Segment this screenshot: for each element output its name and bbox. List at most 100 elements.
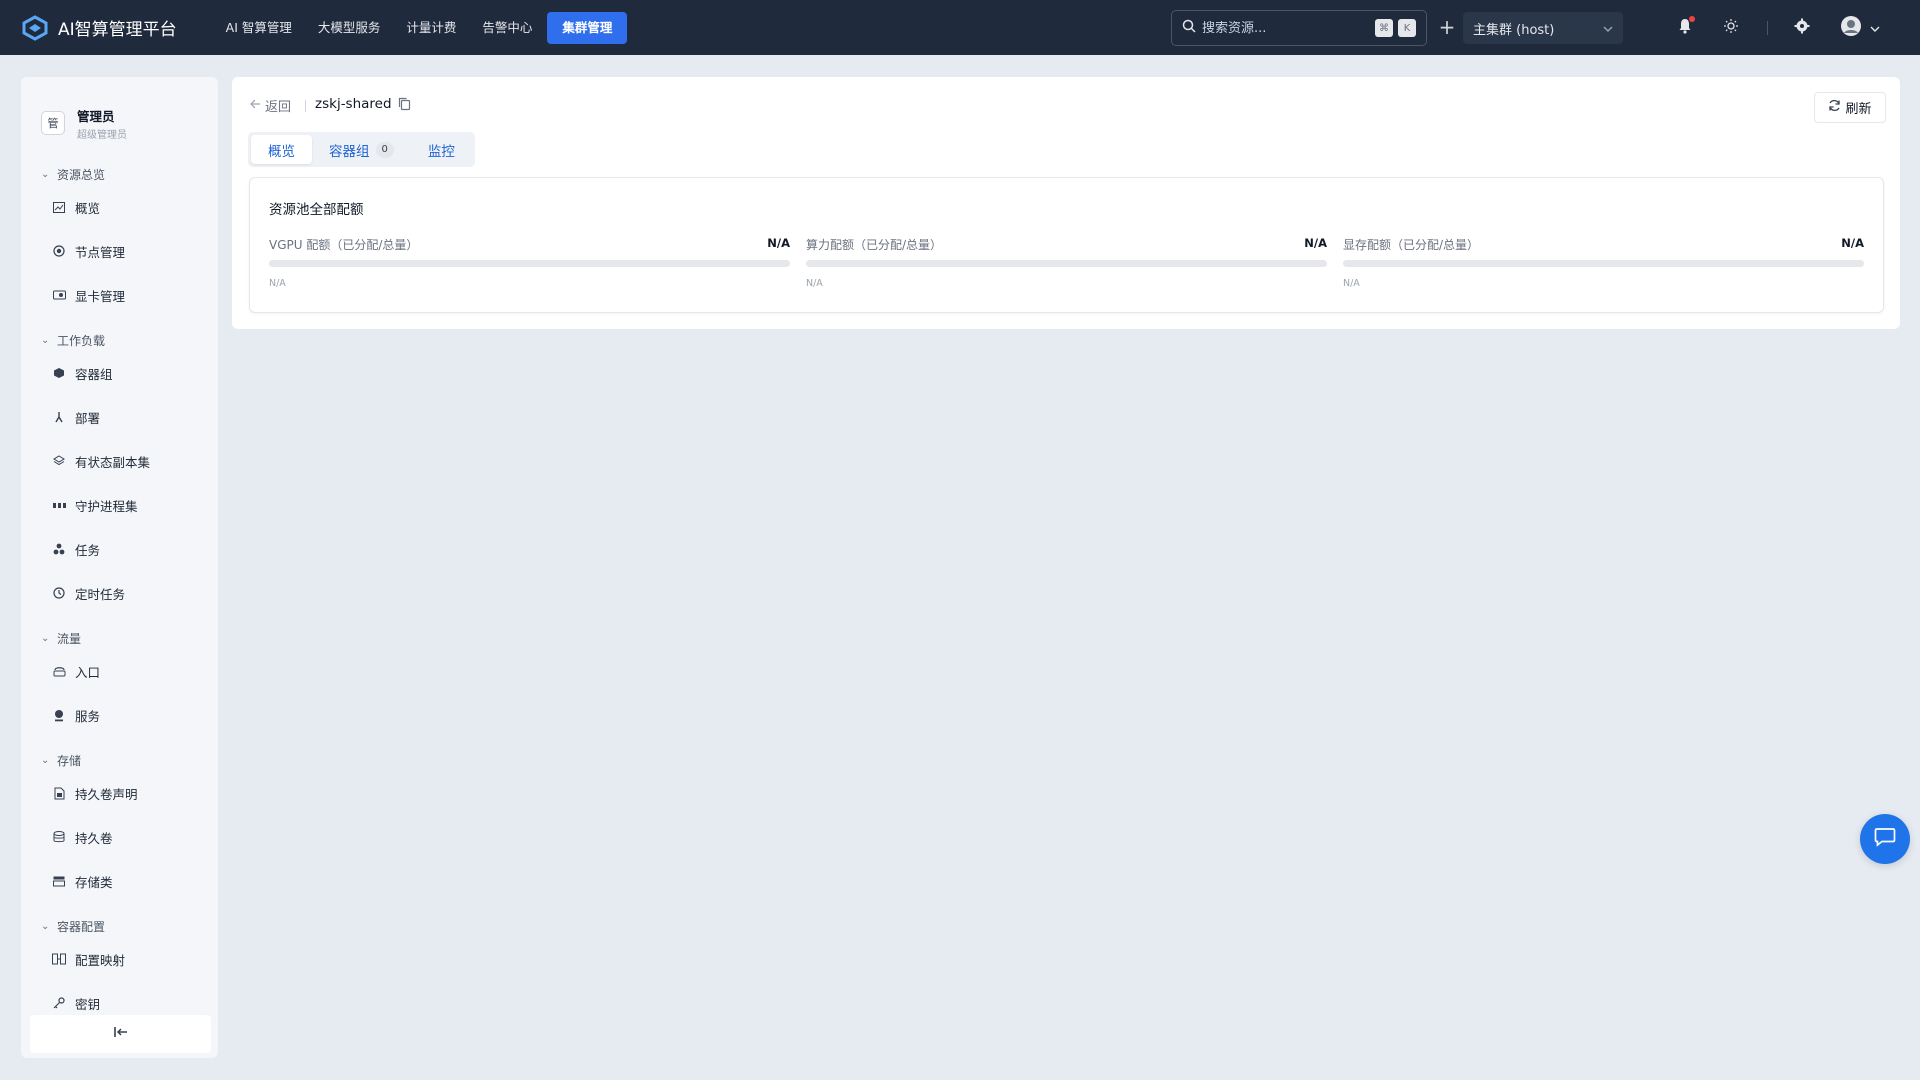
user-info: 管 管理员 超级管理员 xyxy=(21,77,218,149)
sidebar-item-daemonsets[interactable]: 守护进程集 xyxy=(21,483,218,527)
user-menu-button[interactable] xyxy=(1840,16,1880,40)
sidebar-item-pv[interactable]: 持久卷 xyxy=(21,815,218,859)
chevron-down-icon: ⌄ xyxy=(41,920,50,932)
nav-item-billing[interactable]: 计量计费 xyxy=(395,12,467,44)
nav-item-ai-compute[interactable]: AI 智算管理 xyxy=(215,12,303,44)
chevron-down-icon: ⌄ xyxy=(41,334,50,346)
chevron-down-icon xyxy=(1870,20,1880,36)
tab-pods-label: 容器组 xyxy=(329,143,370,160)
menu-group-storage[interactable]: ⌄ 存储 xyxy=(21,749,218,771)
sidebar-item-deployments[interactable]: 部署 xyxy=(21,395,218,439)
sidebar-item-ingress[interactable]: 入口 xyxy=(21,649,218,693)
tab-monitoring[interactable]: 监控 xyxy=(411,135,472,164)
chat-button[interactable] xyxy=(1860,814,1910,864)
vgpu-quota: VGPU 配额（已分配/总量） N/A N/A xyxy=(269,236,790,289)
vgpu-quota-label: VGPU 配额（已分配/总量） xyxy=(269,238,419,252)
shortcut-cmd-key: ⌘ xyxy=(1375,19,1393,37)
main-panel: 返回 zskj-shared 刷新 概览 容器组 0 监控 资源池全部配额 VG… xyxy=(232,77,1900,329)
chevron-down-icon: ⌄ xyxy=(41,754,50,766)
menu-group-overview[interactable]: ⌄ 资源总览 xyxy=(21,163,218,185)
sidebar-item-configmaps[interactable]: 配置映射 xyxy=(21,937,218,981)
sidebar-item-storageclass[interactable]: 存储类 xyxy=(21,859,218,903)
vgpu-quota-sub: N/A xyxy=(269,278,286,289)
collapse-left-icon xyxy=(113,1026,128,1042)
quota-card: 资源池全部配额 VGPU 配额（已分配/总量） N/A N/A 算力配额（已分配… xyxy=(249,177,1884,313)
copy-icon[interactable] xyxy=(398,97,411,115)
resource-name: zskj-shared xyxy=(315,96,392,112)
storage-class-icon xyxy=(52,874,66,888)
key-icon xyxy=(52,996,66,1010)
gpu-card-icon xyxy=(52,288,66,302)
nav-item-llm-service[interactable]: 大模型服务 xyxy=(307,12,392,44)
tab-pods[interactable]: 容器组 0 xyxy=(312,135,411,164)
shortcut-k-key: K xyxy=(1398,19,1416,37)
sidebar-item-cronjobs[interactable]: 定时任务 xyxy=(21,571,218,615)
job-icon xyxy=(52,542,66,556)
sidebar-item-nodes[interactable]: 节点管理 xyxy=(21,229,218,273)
notification-button[interactable] xyxy=(1673,16,1697,40)
sidebar-item-statefulsets[interactable]: 有状态副本集 xyxy=(21,439,218,483)
cluster-select[interactable]: 主集群 (host) xyxy=(1463,12,1623,44)
sidebar-item-jobs[interactable]: 任务 xyxy=(21,527,218,571)
memory-quota-bar xyxy=(1343,260,1864,267)
sidebar-item-services[interactable]: 服务 xyxy=(21,693,218,737)
refresh-button[interactable]: 刷新 xyxy=(1814,92,1886,123)
settings-button[interactable] xyxy=(1790,16,1814,40)
sidebar-item-pvc[interactable]: 持久卷声明 xyxy=(21,771,218,815)
tab-bar: 概览 容器组 0 监控 xyxy=(248,132,475,167)
vgpu-quota-bar xyxy=(269,260,790,267)
user-name: 管理员 xyxy=(77,108,115,124)
search-box[interactable]: ⌘ K xyxy=(1171,10,1427,46)
sidebar-item-overview[interactable]: 概览 xyxy=(21,185,218,229)
back-button[interactable]: 返回 xyxy=(250,96,291,115)
chevron-down-icon: ⌄ xyxy=(41,168,50,180)
cluster-select-value: 主集群 (host) xyxy=(1473,22,1555,38)
clock-icon xyxy=(52,586,66,600)
top-bar: AI智算管理平台 AI 智算管理 大模型服务 计量计费 告警中心 集群管理 xyxy=(0,0,1920,55)
avatar xyxy=(1840,15,1862,41)
chevron-down-icon xyxy=(1603,21,1613,36)
vgpu-quota-value: N/A xyxy=(767,236,790,250)
tab-pods-count: 0 xyxy=(375,141,394,158)
add-icon[interactable]: + xyxy=(1436,16,1458,38)
compute-quota-value: N/A xyxy=(1304,236,1327,250)
menu-group-workloads[interactable]: ⌄ 工作负载 xyxy=(21,329,218,351)
tab-overview[interactable]: 概览 xyxy=(251,135,312,164)
user-role: 超级管理员 xyxy=(77,129,127,141)
arrow-left-icon xyxy=(250,98,261,113)
user-avatar: 管 xyxy=(41,111,65,135)
nav-item-alerts[interactable]: 告警中心 xyxy=(471,12,543,44)
toolbar-divider xyxy=(1767,21,1768,35)
cube-icon xyxy=(52,366,66,380)
database-icon xyxy=(52,830,66,844)
search-input[interactable] xyxy=(1202,20,1370,36)
compute-quota-bar xyxy=(806,260,1327,267)
memory-quota-label: 显存配额（已分配/总量） xyxy=(1343,238,1480,252)
brand[interactable]: AI智算管理平台 xyxy=(20,13,177,43)
sidebar-collapse-button[interactable] xyxy=(30,1015,211,1053)
menu-group-config[interactable]: ⌄ 容器配置 xyxy=(21,915,218,937)
gear-icon xyxy=(1794,18,1810,38)
search-icon xyxy=(1182,19,1196,37)
sidebar-item-gpus[interactable]: 显卡管理 xyxy=(21,273,218,317)
sidebar-item-pods[interactable]: 容器组 xyxy=(21,351,218,395)
nav-item-cluster[interactable]: 集群管理 xyxy=(547,11,628,44)
back-label: 返回 xyxy=(265,100,292,115)
notification-dot xyxy=(1689,16,1695,22)
brand-title: AI智算管理平台 xyxy=(58,20,177,40)
memory-quota-value: N/A xyxy=(1841,236,1864,250)
menu-group-traffic[interactable]: ⌄ 流量 xyxy=(21,627,218,649)
refresh-icon xyxy=(1828,99,1841,116)
compute-quota-label: 算力配额（已分配/总量） xyxy=(806,238,943,252)
top-nav: AI 智算管理 大模型服务 计量计费 告警中心 集群管理 xyxy=(215,11,628,44)
sun-icon xyxy=(1723,18,1739,38)
theme-toggle-button[interactable] xyxy=(1719,16,1743,40)
deploy-icon xyxy=(52,410,66,424)
chevron-down-icon: ⌄ xyxy=(41,632,50,644)
sidebar: 管 管理员 超级管理员 ⌄ 资源总览 概览 节点管理 显卡管理 ⌄ 工作负载 容器组… xyxy=(21,77,218,1058)
pvc-icon xyxy=(52,786,66,800)
configmap-icon xyxy=(52,952,66,966)
hexagon-logo-icon xyxy=(20,13,50,43)
chat-bubble-icon xyxy=(1874,827,1896,851)
ingress-icon xyxy=(52,664,66,678)
